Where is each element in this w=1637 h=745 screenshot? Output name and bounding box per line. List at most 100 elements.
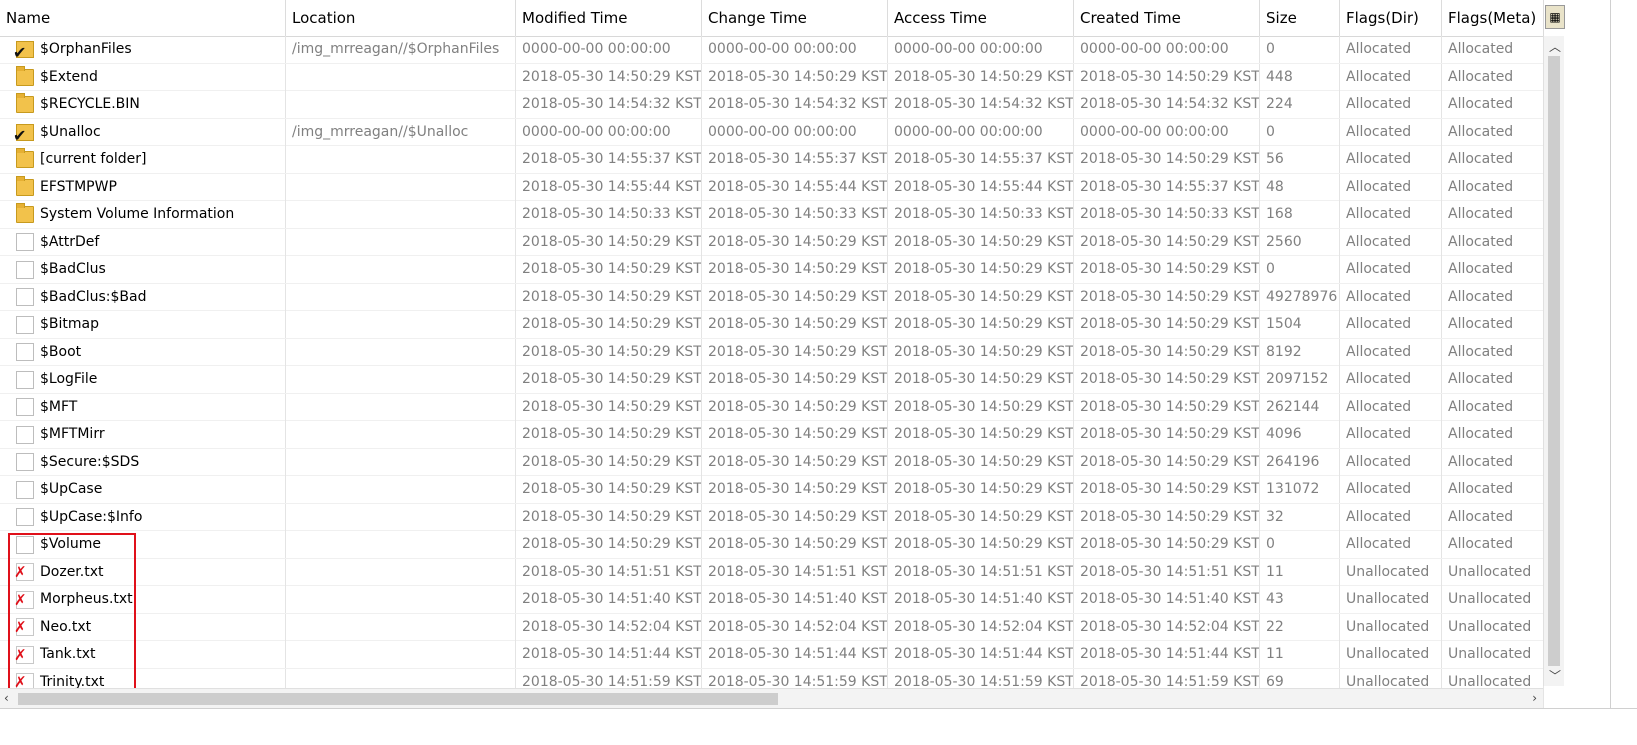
cell-name[interactable]: $Secure:$SDS	[0, 448, 286, 476]
column-flags-meta-header[interactable]: Flags(Meta)	[1442, 0, 1544, 36]
table-row[interactable]: Tank.txt2018-05-30 14:51:44 KST2018-05-3…	[0, 641, 1544, 669]
cell-size: 1504	[1260, 311, 1340, 338]
table-row[interactable]: $Bitmap 2018-05-30 14:50:29 KST 2018-05-30…	[0, 311, 1544, 339]
cell-location	[286, 91, 516, 118]
cell-name[interactable]: [current folder]	[0, 146, 286, 173]
table-row[interactable]: $OrphanFiles/img_mrreagan//$OrphanFiles0…	[0, 36, 1544, 64]
cell-name[interactable]: $UpCase:$Info	[0, 503, 286, 531]
cell-flags-dir: Unallocated	[1340, 586, 1442, 613]
cell-flags-dir: Allocated	[1340, 421, 1442, 448]
scroll-right-arrow-icon[interactable]: ›	[1532, 691, 1537, 705]
table-row[interactable]: $UpCase:$Info 2018-05-30 14:50:29 KST 2018…	[0, 503, 1544, 531]
column-chooser-icon[interactable]: ▦	[1545, 5, 1565, 29]
table-row[interactable]: [current folder] 2018-05-30 14:55:37 KST 2…	[0, 146, 1544, 174]
cell-location	[286, 283, 516, 311]
scroll-left-arrow-icon[interactable]: ‹	[4, 691, 9, 705]
folder-icon	[16, 175, 34, 196]
cell-flags-meta: Unallocated	[1442, 613, 1544, 641]
column-modified-time-header[interactable]: Modified Time	[516, 0, 702, 36]
cell-name[interactable]: System Volume Information	[0, 201, 286, 228]
cell-change: 2018-05-30 14:51:51 KST	[702, 558, 888, 586]
table-row[interactable]: $BadClus 2018-05-30 14:50:29 KST 2018-05-3…	[0, 256, 1544, 284]
table-row[interactable]: System Volume Information 2018-05-30 14:5…	[0, 201, 1544, 229]
cell-name[interactable]: $Boot	[0, 338, 286, 366]
cell-location	[286, 311, 516, 338]
vertical-scroll-thumb[interactable]	[1548, 56, 1560, 666]
cell-name[interactable]: $RECYCLE.BIN	[0, 91, 286, 118]
cell-name[interactable]: EFSTMPWP	[0, 173, 286, 201]
file-list-table: Name Location Modified Time Change Time Acce…	[0, 0, 1611, 720]
cell-name[interactable]: $Bitmap	[0, 311, 286, 338]
cell-access: 2018-05-30 14:51:44 KST	[888, 641, 1074, 668]
file-name-label: $UpCase:$Info	[40, 508, 143, 525]
cell-access: 2018-05-30 14:50:29 KST	[888, 421, 1074, 448]
cell-modified: 2018-05-30 14:50:29 KST	[516, 393, 702, 421]
cell-modified: 2018-05-30 14:50:29 KST	[516, 448, 702, 476]
cell-modified: 2018-05-30 14:50:29 KST	[516, 311, 702, 338]
cell-name[interactable]: $UpCase	[0, 476, 286, 503]
column-flags-dir-header[interactable]: Flags(Dir)	[1340, 0, 1442, 36]
file-name-label: $MFT	[40, 398, 78, 415]
column-change-time-header[interactable]: Change Time	[702, 0, 888, 36]
cell-modified: 2018-05-30 14:50:29 KST	[516, 366, 702, 393]
file-icon	[16, 508, 34, 526]
table-row[interactable]: EFSTMPWP 2018-05-30 14:55:44 KST 2018-05-3…	[0, 173, 1544, 201]
cell-name[interactable]: $MFTMirr	[0, 421, 286, 448]
horizontal-scrollbar[interactable]: ‹ ›	[0, 688, 1543, 709]
cell-modified: 2018-05-30 14:54:32 KST	[516, 91, 702, 118]
table-row[interactable]: $Volume 2018-05-30 14:50:29 KST 2018-05-30…	[0, 531, 1544, 559]
table-row[interactable]: $UpCase 2018-05-30 14:50:29 KST 2018-05-30…	[0, 476, 1544, 504]
cell-name[interactable]: $Unalloc	[0, 118, 286, 146]
cell-flags-dir: Allocated	[1340, 256, 1442, 283]
table-row[interactable]: $RECYCLE.BIN 2018-05-30 14:54:32 KST 2018-…	[0, 91, 1544, 119]
table-row[interactable]: $LogFile 2018-05-30 14:50:29 KST 2018-05-3…	[0, 366, 1544, 394]
cell-flags-meta: Unallocated	[1442, 641, 1544, 668]
table-row[interactable]: $MFTMirr 2018-05-30 14:50:29 KST 2018-05-3…	[0, 421, 1544, 449]
cell-flags-meta: Allocated	[1442, 173, 1544, 201]
cell-name[interactable]: $OrphanFiles	[0, 36, 286, 63]
cell-change: 2018-05-30 14:51:44 KST	[702, 641, 888, 668]
table-row[interactable]: $Boot 2018-05-30 14:50:29 KST 2018-05-30 1…	[0, 338, 1544, 366]
cell-size: 0	[1260, 36, 1340, 63]
table-row[interactable]: $MFT 2018-05-30 14:50:29 KST 2018-05-30 14…	[0, 393, 1544, 421]
table-row[interactable]: $Extend 2018-05-30 14:50:29 KST 2018-05-30…	[0, 63, 1544, 91]
table-row[interactable]: Morpheus.txt2018-05-30 14:51:40 KST2018-…	[0, 586, 1544, 614]
table-row[interactable]: $Unalloc/img_mrreagan//$Unalloc0000-00-0…	[0, 118, 1544, 146]
column-created-time-header[interactable]: Created Time	[1074, 0, 1260, 36]
column-location-header[interactable]: Location	[286, 0, 516, 36]
cell-name[interactable]: $BadClus	[0, 256, 286, 283]
cell-location	[286, 421, 516, 448]
cell-access: 2018-05-30 14:55:37 KST	[888, 146, 1074, 173]
cell-created: 0000-00-00 00:00:00	[1074, 36, 1260, 63]
cell-name[interactable]: $BadClus:$Bad	[0, 283, 286, 311]
vertical-scrollbar[interactable]: ︿ ﹀	[1543, 36, 1564, 686]
cell-flags-dir: Allocated	[1340, 503, 1442, 531]
cell-name[interactable]: $Extend	[0, 63, 286, 91]
table-row[interactable]: Neo.txt2018-05-30 14:52:04 KST2018-05-30…	[0, 613, 1544, 641]
folder-icon	[16, 203, 34, 223]
scroll-up-arrow-icon[interactable]: ︿	[1549, 38, 1561, 55]
cell-name[interactable]: $MFT	[0, 393, 286, 421]
cell-name[interactable]: $LogFile	[0, 366, 286, 393]
cell-name[interactable]: $AttrDef	[0, 228, 286, 256]
cell-location	[286, 256, 516, 283]
table-row[interactable]: Dozer.txt2018-05-30 14:51:51 KST2018-05-…	[0, 558, 1544, 586]
horizontal-scroll-thumb[interactable]	[18, 693, 778, 705]
column-access-time-header[interactable]: Access Time	[888, 0, 1074, 36]
column-size-header[interactable]: Size	[1260, 0, 1340, 36]
cell-flags-meta: Allocated	[1442, 36, 1544, 63]
cell-flags-meta: Allocated	[1442, 366, 1544, 393]
file-icon	[16, 315, 34, 334]
cell-change: 2018-05-30 14:50:29 KST	[702, 63, 888, 91]
cell-size: 56	[1260, 146, 1340, 173]
table-row[interactable]: $BadClus:$Bad 2018-05-30 14:50:29 KST 2018…	[0, 283, 1544, 311]
column-name-header[interactable]: Name	[0, 0, 286, 36]
file-icon	[16, 398, 34, 416]
table-row[interactable]: $AttrDef 2018-05-30 14:50:29 KST 2018-05-3…	[0, 228, 1544, 256]
cell-modified: 2018-05-30 14:50:29 KST	[516, 531, 702, 558]
scroll-down-arrow-icon[interactable]: ﹀	[1549, 667, 1561, 684]
cell-size: 11	[1260, 641, 1340, 668]
file-name-label: $Boot	[40, 343, 82, 360]
cell-modified: 2018-05-30 14:50:29 KST	[516, 228, 702, 256]
table-row[interactable]: $Secure:$SDS 2018-05-30 14:50:29 KST 2018-…	[0, 448, 1544, 476]
